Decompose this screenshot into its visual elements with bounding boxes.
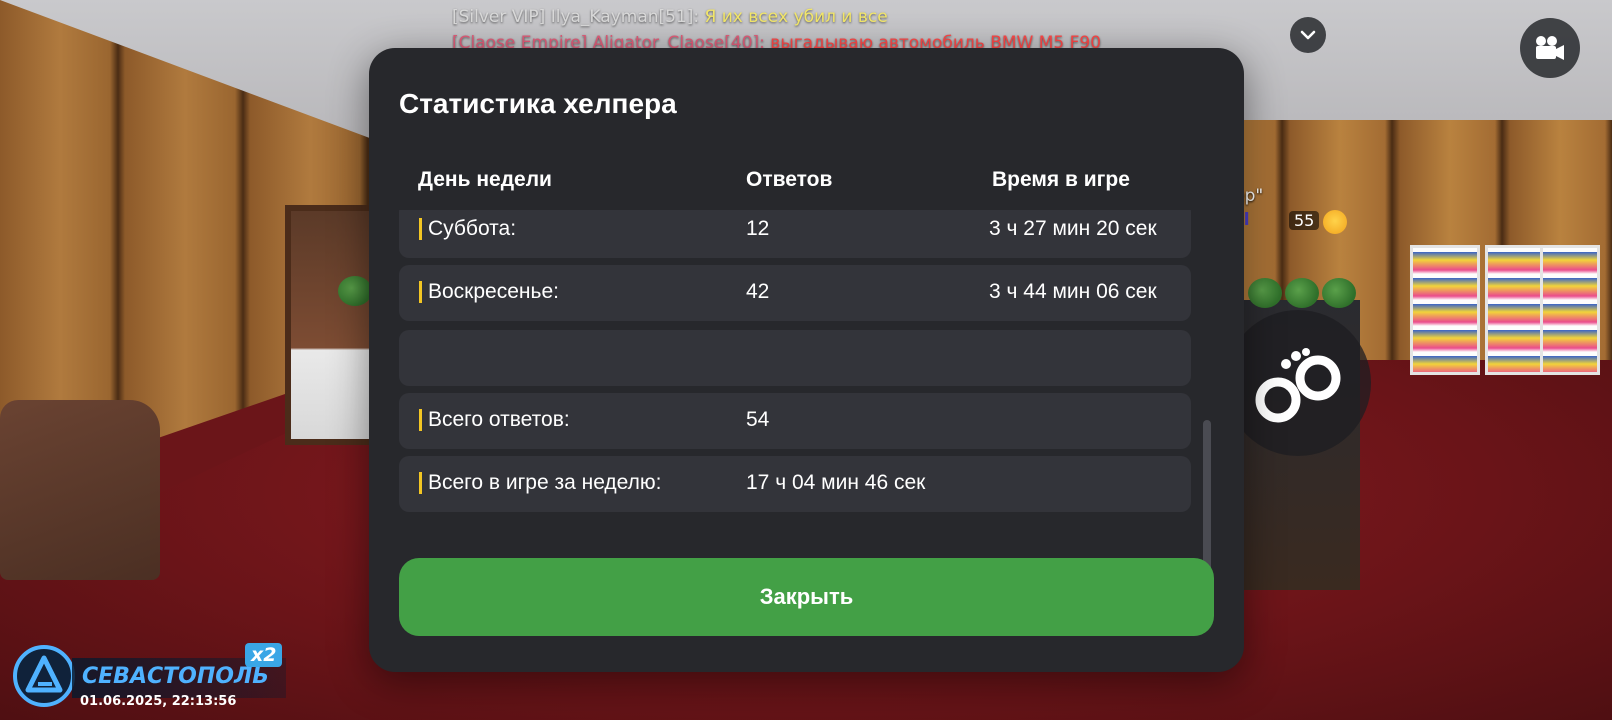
chat-line: [Silver VIP] Ilya_Kayman[51]: Я их всех …	[452, 4, 1192, 30]
bookshelf	[1540, 245, 1600, 375]
player-level-badge: 55	[1289, 211, 1320, 230]
sofa	[0, 400, 160, 580]
stats-row-total-answers: Всего ответов: 54	[399, 393, 1191, 449]
row-answers: 12	[746, 217, 770, 240]
camera-button[interactable]	[1520, 18, 1580, 78]
doorway	[285, 205, 375, 445]
plant	[1248, 278, 1282, 308]
row-marker	[419, 409, 422, 431]
plant	[1322, 278, 1356, 308]
close-button[interactable]: Закрыть	[399, 558, 1214, 636]
row-answers: 42	[746, 280, 770, 303]
chat-text: Я их всех убил и все	[704, 7, 888, 27]
modal-title: Статистика хелпера	[399, 88, 677, 119]
boost-badge: x2	[245, 643, 283, 667]
row-value: 54	[746, 408, 770, 431]
stats-row: Суббота: 12 3 ч 27 мин 20 сек	[399, 210, 1191, 258]
bookshelf	[1410, 245, 1480, 375]
row-marker	[419, 281, 422, 303]
row-day: Суббота:	[428, 217, 517, 240]
sleeping-emoji-icon	[1323, 210, 1347, 234]
row-marker	[419, 218, 422, 240]
row-label: Всего ответов:	[428, 408, 570, 431]
row-day: Воскресенье:	[428, 280, 559, 303]
date-time: 01.06.2025, 22:13:56	[80, 694, 237, 709]
helper-stats-modal: Статистика хелпера День недели Ответов В…	[369, 48, 1244, 672]
chat-text: [Silver VIP]	[452, 7, 551, 27]
plant	[338, 276, 372, 306]
stats-row-empty	[399, 330, 1191, 386]
video-camera-icon	[1536, 36, 1564, 60]
row-label: Всего в игре за неделю:	[428, 471, 662, 494]
scrollbar-thumb[interactable]	[1203, 420, 1211, 572]
row-playtime: 3 ч 44 мин 06 сек	[989, 280, 1157, 303]
column-header-day: День недели	[418, 168, 552, 191]
stats-row: Воскресенье: 42 3 ч 44 мин 06 сек	[399, 265, 1191, 321]
scrollbar[interactable]	[1203, 210, 1211, 572]
stats-table[interactable]: Суббота: 12 3 ч 27 мин 20 сек Воскресень…	[399, 210, 1191, 570]
handcuffs-icon	[1255, 348, 1341, 423]
handcuffs-button[interactable]	[1225, 310, 1371, 456]
column-header-playtime: Время в игре	[992, 168, 1130, 191]
chat-collapse-button[interactable]	[1290, 17, 1326, 53]
row-playtime: 3 ч 27 мин 20 сек	[989, 217, 1157, 240]
chat-text: Ilya_Kayman[51]:	[550, 7, 705, 27]
row-value: 17 ч 04 мин 46 сек	[746, 471, 926, 494]
row-marker	[419, 472, 422, 494]
column-header-answers: Ответов	[746, 168, 833, 191]
server-logo-icon	[13, 645, 75, 707]
plant	[1285, 278, 1319, 308]
stats-row-total-playtime: Всего в игре за неделю: 17 ч 04 мин 46 с…	[399, 456, 1191, 512]
chevron-down-icon	[1300, 30, 1316, 40]
